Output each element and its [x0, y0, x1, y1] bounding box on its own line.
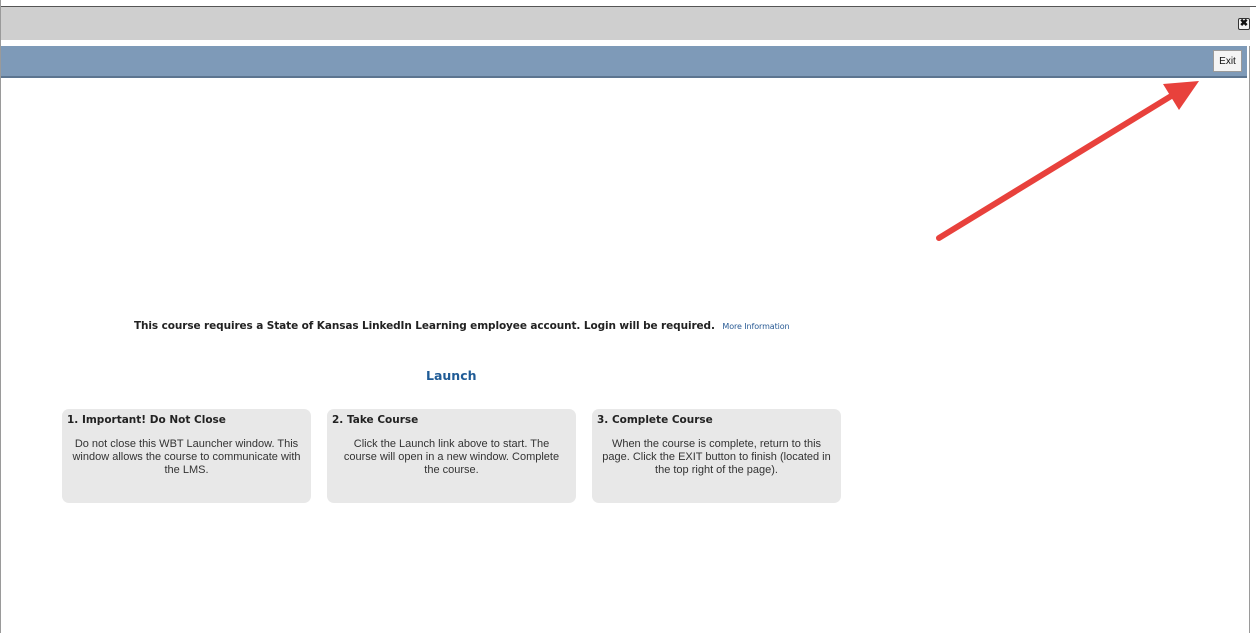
header-bar [1, 46, 1247, 78]
more-information-link[interactable]: More Information [722, 322, 789, 331]
arrow-shaft [936, 87, 1184, 241]
step-title: 3. Complete Course [597, 414, 713, 426]
step-description: When the course is complete, return to t… [602, 438, 831, 476]
step-card-2: 2. Take Course Click the Launch link abo… [327, 409, 576, 503]
step-description: Click the Launch link above to start. Th… [343, 438, 560, 476]
account-notice: This course requires a State of Kansas L… [134, 320, 790, 332]
step-card-1: 1. Important! Do Not Close Do not close … [62, 409, 311, 503]
step-description: Do not close this WBT Launcher window. T… [72, 438, 301, 476]
close-icon[interactable]: ✖ [1238, 18, 1250, 30]
step-card-3: 3. Complete Course When the course is co… [592, 409, 841, 503]
launch-link[interactable]: Launch [426, 368, 477, 383]
launcher-window: ✖ Exit This course requires a State of K… [0, 0, 1256, 633]
step-title: 1. Important! Do Not Close [67, 414, 226, 426]
step-title: 2. Take Course [332, 414, 419, 426]
account-notice-text: This course requires a State of Kansas L… [134, 320, 715, 332]
window-titlebar: ✖ [1, 7, 1250, 40]
exit-button[interactable]: Exit [1213, 50, 1242, 72]
red-arrow-pointer-icon [936, 81, 1199, 241]
right-divider [1249, 46, 1250, 633]
